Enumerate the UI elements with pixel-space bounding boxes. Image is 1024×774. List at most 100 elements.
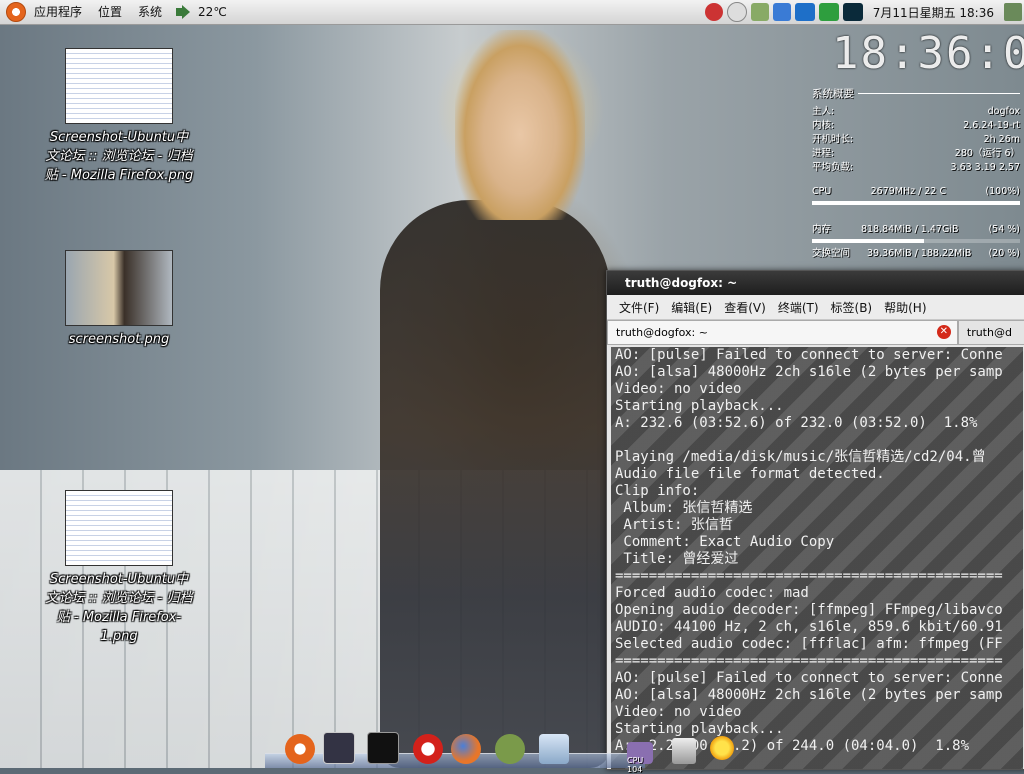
workspace-1-icon[interactable] <box>794 3 815 21</box>
conky-section-header: 系统概要 <box>812 86 1020 101</box>
network-icon[interactable] <box>704 3 723 21</box>
conky-value: 280（运行 6） <box>954 148 1020 159</box>
conky-value: dogfox <box>987 106 1020 117</box>
desktop-icon-screenshot-forum-1[interactable]: Screenshot-Ubuntu中文论坛 :: 浏览论坛 - 归档贴 - Mo… <box>44 490 194 646</box>
top-panel: 应用程序 位置 系统 22℃ 7月11日星期五 18:36 <box>0 0 1024 25</box>
conky-cpu-value: 2679MHz / 22 C <box>870 186 947 197</box>
desktop-icon-label: screenshot.png <box>68 332 170 347</box>
save-disk-icon[interactable] <box>323 732 355 764</box>
terminal-line: Forced audio codec: mad <box>615 585 809 601</box>
trash-icon[interactable] <box>1004 3 1022 21</box>
conky-row: 进程: 280（运行 6） <box>812 147 1020 161</box>
weather-dock-icon[interactable] <box>710 736 734 760</box>
conky-value: 3.63 3.19 2.57 <box>950 162 1021 173</box>
conky-row: 开机时长: 2h 26m <box>812 133 1020 147</box>
close-tab-icon[interactable]: ✕ <box>936 325 951 339</box>
conky-row: 平均负载: 3.63 3.19 2.57 <box>812 161 1020 175</box>
conky-cpu-row: CPU 2679MHz / 22 C (100%) <box>812 185 1020 199</box>
terminal-window[interactable]: truth@dogfox: ~ 文件(F) 编辑(E) 查看(V) 终端(T) … <box>606 270 1024 770</box>
terminal-line: AUDIO: 44100 Hz, 2 ch, s16le, 859.6 kbit… <box>615 619 1003 635</box>
terminal-line: A: 232.6 (03:52.6) of 232.0 (03:52.0) 1.… <box>615 415 978 431</box>
terminal-line: Starting playback... <box>615 398 784 414</box>
pidgin-dock-icon[interactable] <box>495 734 525 764</box>
conky-cpu-percent: (100%) <box>985 186 1020 197</box>
conky-clock: 18:36:01 <box>832 28 1024 79</box>
conky-label: 平均负载: <box>812 162 854 173</box>
desktop-icon-label: Screenshot-Ubuntu中文论坛 :: 浏览论坛 - 归档贴 - Mo… <box>44 130 194 183</box>
dock: CPU 104 <box>265 728 653 774</box>
desktop-icon-screenshot[interactable]: screenshot.png <box>44 250 194 349</box>
conky-swap-value: 39.36MiB / 188.22MiB <box>867 248 972 259</box>
bluetooth-icon[interactable] <box>772 3 791 21</box>
terminal-line: Opening audio decoder: [ffmpeg] FFmpeg/l… <box>615 602 1003 618</box>
conky-label: 进程: <box>812 148 835 159</box>
menu-system[interactable]: 系统 <box>130 0 170 24</box>
tab-label: truth@dogfox: ~ <box>616 326 708 339</box>
terminal-icon[interactable] <box>367 732 399 764</box>
conky-value: 2h 26m <box>983 134 1020 145</box>
conky-section-title: 系统概要 <box>812 88 854 100</box>
menu-file[interactable]: 文件(F) <box>613 299 665 316</box>
menu-help[interactable]: 帮助(H) <box>878 299 932 316</box>
terminal-line: Artist: 张信哲 <box>615 517 733 533</box>
menu-view[interactable]: 查看(V) <box>718 299 772 316</box>
cpu-monitor-icon[interactable] <box>842 3 863 21</box>
panel-clock[interactable]: 7月11日星期五 18:36 <box>865 4 1002 21</box>
file-thumbnail <box>65 250 173 326</box>
ubuntu-logo-icon[interactable] <box>6 2 26 22</box>
terminal-line: Audio file file format detected. <box>615 466 885 482</box>
terminal-titlebar[interactable]: truth@dogfox: ~ <box>607 271 1024 295</box>
update-icon[interactable] <box>726 2 747 22</box>
conky-value: 2.6.24-19-rt <box>963 120 1020 131</box>
terminal-output[interactable]: AO: [pulse] Failed to connect to server:… <box>611 347 1023 769</box>
cpu-bar <box>812 201 1020 205</box>
terminal-tab-2[interactable]: truth@d <box>957 320 1024 344</box>
cpu-bar-fill <box>812 201 1020 205</box>
terminal-line: AO: [pulse] Failed to connect to server:… <box>615 347 1003 363</box>
file-thumbnail <box>65 490 173 566</box>
weather-temperature[interactable]: 22℃ <box>192 0 235 24</box>
conky-mem-row: 内存 818.84MiB / 1.47GiB (54 %) <box>812 223 1020 237</box>
conky-cpu-label: CPU <box>812 186 832 197</box>
terminal-tab-1[interactable]: truth@dogfox: ~ ✕ <box>607 320 958 344</box>
terminal-line: ========================================… <box>615 653 1003 669</box>
conky-system-monitor: 系统概要 主人: dogfox 内核: 2.6.24-19-rt 开机时长: 2h 2… <box>812 86 1020 261</box>
conky-label: 内核: <box>812 120 835 131</box>
conky-mem-label: 内存 <box>812 224 832 235</box>
opera-icon[interactable] <box>413 734 443 764</box>
workspace-2-icon[interactable] <box>818 3 839 21</box>
conky-row: 主人: dogfox <box>812 105 1020 119</box>
trash-dock-icon[interactable] <box>672 738 696 764</box>
conky-label: 开机时长: <box>812 134 854 145</box>
terminal-line: AO: [alsa] 48000Hz 2ch s16le (2 bytes pe… <box>615 364 1003 380</box>
desktop-icon-label: Screenshot-Ubuntu中文论坛 :: 浏览论坛 - 归档贴 - Mo… <box>45 572 193 644</box>
terminal-line: AO: [alsa] 48000Hz 2ch s16le (2 bytes pe… <box>615 687 1003 703</box>
menu-applications[interactable]: 应用程序 <box>26 0 90 24</box>
wallpaper-figure <box>380 200 610 768</box>
ubuntu-menu-icon[interactable] <box>285 734 315 764</box>
firefox-icon[interactable] <box>451 734 481 764</box>
terminal-line: Album: 张信哲精选 <box>615 500 753 516</box>
terminal-line: Comment: Exact Audio Copy <box>615 534 835 550</box>
conky-swap-label: 交换空间 <box>812 248 851 259</box>
terminal-line: Selected audio codec: [ffflac] afm: ffmp… <box>615 636 1003 652</box>
terminal-line: AO: [pulse] Failed to connect to server:… <box>615 670 1003 686</box>
conky-swap-percent: (20 %) <box>988 248 1020 259</box>
terminal-line: Starting playback... <box>615 721 784 737</box>
conky-swap-row: 交换空间 39.36MiB / 188.22MiB (20 %) <box>812 247 1020 261</box>
file-manager-icon[interactable] <box>539 734 569 764</box>
conky-mem-percent: (54 %) <box>988 224 1020 235</box>
terminal-line: Video: no video <box>615 381 742 397</box>
menu-tabs[interactable]: 标签(B) <box>825 299 879 316</box>
pidgin-icon[interactable] <box>750 3 769 21</box>
menu-places[interactable]: 位置 <box>90 0 130 24</box>
wallpaper-head <box>455 30 585 220</box>
terminal-menubar: 文件(F) 编辑(E) 查看(V) 终端(T) 标签(B) 帮助(H) <box>607 295 1024 320</box>
desktop-icon-screenshot-forum[interactable]: Screenshot-Ubuntu中文论坛 :: 浏览论坛 - 归档贴 - Mo… <box>44 48 194 185</box>
mem-bar-fill <box>812 239 925 243</box>
volume-icon[interactable] <box>176 5 192 19</box>
menu-terminal[interactable]: 终端(T) <box>772 299 825 316</box>
mem-bar <box>812 239 1020 243</box>
menu-edit[interactable]: 编辑(E) <box>665 299 718 316</box>
